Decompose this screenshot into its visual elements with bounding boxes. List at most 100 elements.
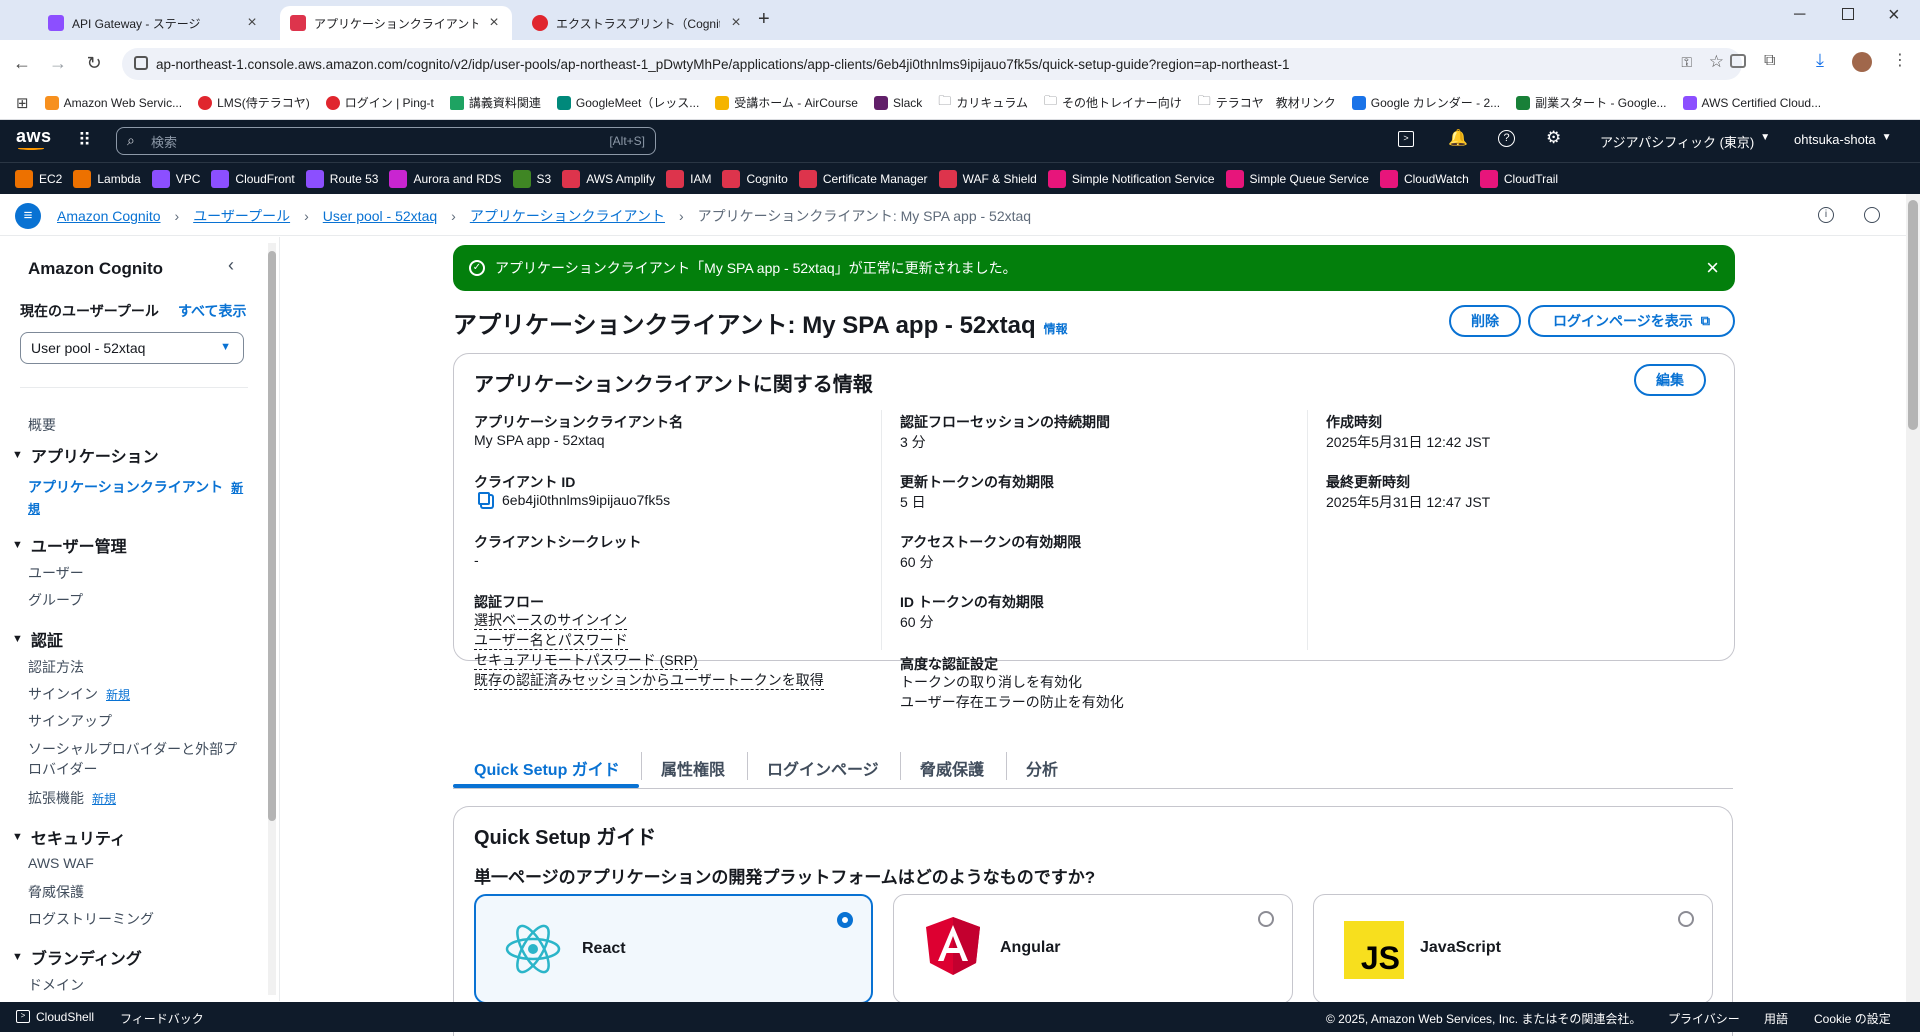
sidebar-title[interactable]: Amazon Cognito <box>28 259 163 279</box>
collapse-icon[interactable]: ‹ <box>228 255 234 276</box>
sidebar-item-threat-protection[interactable]: 脅威保護 <box>28 882 84 902</box>
reload-icon[interactable]: ↻ <box>80 50 108 76</box>
favorite-service-s3[interactable]: S3 <box>512 169 551 188</box>
close-window-icon[interactable]: × <box>1888 4 1900 27</box>
radio-selected[interactable] <box>837 912 853 928</box>
account-menu[interactable]: ohtsuka-shota ▼ <box>1794 132 1892 147</box>
restore-icon[interactable] <box>1842 8 1854 20</box>
search-input[interactable]: ⌕ 検索 [Alt+S] <box>116 127 656 155</box>
favorite-service-cognito[interactable]: Cognito <box>722 169 788 188</box>
sidebar-item-waf[interactable]: AWS WAF <box>28 855 94 871</box>
copy-icon[interactable] <box>478 492 490 505</box>
breadcrumb-user-pool[interactable]: User pool - 52xtaq <box>323 208 437 224</box>
privacy-link[interactable]: プライバシー <box>1668 1010 1740 1027</box>
feedback-link[interactable]: フィードバック <box>120 1010 204 1027</box>
sidebar-item-groups[interactable]: グループ <box>28 590 83 610</box>
menu-icon[interactable]: ⋮ <box>1892 50 1908 70</box>
cloudshell-icon[interactable]: > <box>1398 131 1414 147</box>
browser-tab-active[interactable]: アプリケーションクライアント: My SPA app - 52xtaq × <box>280 6 512 40</box>
option-react[interactable]: React <box>474 894 873 1004</box>
nav-section-security[interactable]: ▼ セキュリティ <box>12 825 126 849</box>
bookmark-item[interactable]: 講義資料関連 <box>449 94 541 111</box>
cloudshell-link[interactable]: CloudShell <box>36 1010 94 1024</box>
radio-unselected[interactable] <box>1258 911 1274 927</box>
bookmark-item[interactable]: Slack <box>873 95 922 110</box>
close-icon[interactable]: × <box>1706 255 1719 281</box>
sidebar-item-domain[interactable]: ドメイン <box>28 975 84 995</box>
bookmark-item[interactable]: 副業スタート - Google... <box>1516 94 1667 111</box>
bookmark-folder[interactable]: 🗀 カリキュラム <box>938 92 1028 114</box>
auth-flow-item[interactable]: ユーザー名とパスワード <box>474 631 628 650</box>
bookmark-item[interactable]: 受講ホーム - AirCourse <box>715 94 858 111</box>
back-icon[interactable]: ← <box>8 50 36 76</box>
favorite-service-route-53[interactable]: Route 53 <box>305 169 378 188</box>
download-icon[interactable]: ⤓ <box>1816 50 1824 71</box>
key-icon[interactable]: ⚿ <box>1681 54 1692 71</box>
sidebar-item-overview[interactable]: 概要 <box>28 415 56 435</box>
favorite-service-simple-queue-service[interactable]: Simple Queue Service <box>1225 169 1369 188</box>
sidebar-item-social-providers[interactable]: ソーシャルプロバイダーと外部プロバイダー <box>28 739 244 779</box>
bookmark-item[interactable]: Amazon Web Servic... <box>44 95 182 110</box>
star-icon[interactable]: ☆ <box>1709 52 1724 72</box>
favorite-service-aws-amplify[interactable]: AWS Amplify <box>562 169 655 188</box>
favorite-service-cloudfront[interactable]: CloudFront <box>211 169 295 188</box>
nav-section-applications[interactable]: ▼ アプリケーション <box>12 443 159 467</box>
url-field[interactable]: ap-northeast-1.console.aws.amazon.com/co… <box>122 48 1742 80</box>
auth-flow-item[interactable]: 既存の認証済みセッションからユーザートークンを取得 <box>474 671 824 690</box>
info-icon[interactable]: i <box>1818 207 1834 223</box>
sidebar-item-log-streaming[interactable]: ログストリーミング <box>28 909 154 929</box>
sidebar-item-sign-up[interactable]: サインアップ <box>28 711 112 731</box>
favorite-service-aurora-and-rds[interactable]: Aurora and RDS <box>389 169 502 188</box>
auth-flow-item[interactable]: セキュアリモートパスワード (SRP) <box>474 651 698 670</box>
option-angular[interactable]: Angular <box>893 894 1293 1004</box>
browser-tab[interactable]: API Gateway - ステージ × <box>38 6 270 40</box>
bookmark-item[interactable]: LMS(侍テラコヤ) <box>198 94 310 111</box>
tab-threat-protection[interactable]: 脅威保護 <box>920 756 984 780</box>
bookmark-folder[interactable]: 🗀 その他トレイナー向け <box>1044 92 1182 114</box>
nav-section-authentication[interactable]: ▼ 認証 <box>12 627 63 651</box>
region-selector[interactable]: アジアパシフィック (東京) ▼ <box>1600 132 1770 151</box>
services-grid-icon[interactable]: ⠿ <box>78 130 91 151</box>
tab-analytics[interactable]: 分析 <box>1026 756 1058 780</box>
site-info-icon[interactable] <box>134 56 148 70</box>
breadcrumb-cognito[interactable]: Amazon Cognito <box>57 208 161 224</box>
camera-icon[interactable] <box>1730 54 1746 68</box>
gear-icon[interactable]: ⚙ <box>1546 128 1561 148</box>
new-tab-icon[interactable]: + <box>758 8 770 31</box>
breadcrumb-user-pools[interactable]: ユーザープール <box>193 206 290 226</box>
bookmark-item[interactable]: Google カレンダー - 2... <box>1351 94 1500 111</box>
extensions-icon[interactable]: ⧉ <box>1764 52 1775 70</box>
favorite-service-lambda[interactable]: Lambda <box>73 169 141 188</box>
auth-flow-item[interactable]: 選択ベースのサインイン <box>474 611 628 630</box>
sidebar-item-app-clients[interactable]: アプリケーションクライアント 新規 <box>28 477 248 519</box>
help-icon[interactable]: ? <box>1498 130 1515 147</box>
favorite-service-cloudwatch[interactable]: CloudWatch <box>1379 169 1469 188</box>
tab-attribute-permissions[interactable]: 属性権限 <box>661 756 725 780</box>
view-login-page-button[interactable]: ログインページを表示 ⧉ <box>1528 305 1735 337</box>
radio-unselected[interactable] <box>1678 911 1694 927</box>
profile-avatar[interactable] <box>1852 52 1872 72</box>
minimize-icon[interactable]: ─ <box>1794 6 1805 24</box>
hamburger-icon[interactable]: ≡ <box>15 203 41 229</box>
bookmark-item[interactable]: ログイン | Ping-t <box>325 94 434 111</box>
terms-link[interactable]: 用語 <box>1764 1010 1788 1027</box>
info-link[interactable]: 情報 <box>1044 320 1068 337</box>
sidebar-scroll-thumb[interactable] <box>268 251 276 821</box>
sidebar-item-auth-methods[interactable]: 認証方法 <box>28 657 84 677</box>
close-tab-icon[interactable]: × <box>244 14 260 32</box>
tab-login-page[interactable]: ログインページ <box>767 756 879 780</box>
favorite-service-certificate-manager[interactable]: Certificate Manager <box>798 169 928 188</box>
favorite-service-waf-shield[interactable]: WAF & Shield <box>938 169 1037 188</box>
sidebar-item-users[interactable]: ユーザー <box>28 563 84 583</box>
close-tab-icon[interactable]: × <box>486 14 502 32</box>
delete-button[interactable]: 削除 <box>1449 305 1521 337</box>
bell-icon[interactable]: 🔔 <box>1448 128 1468 148</box>
aws-logo[interactable]: aws <box>16 126 52 147</box>
nav-section-user-management[interactable]: ▼ ユーザー管理 <box>12 533 127 557</box>
close-tab-icon[interactable]: × <box>728 14 744 32</box>
browser-tab[interactable]: エクストラスプリント（Cognito）| Sl... × <box>522 6 754 40</box>
breadcrumb-app-clients[interactable]: アプリケーションクライアント <box>470 206 665 226</box>
sidebar-item-extensions[interactable]: 拡張機能 新規 <box>28 788 116 808</box>
bookmark-folder[interactable]: 🗀 テラコヤ 教材リンク <box>1198 92 1336 114</box>
tab-quick-setup[interactable]: Quick Setup ガイド <box>474 756 620 780</box>
